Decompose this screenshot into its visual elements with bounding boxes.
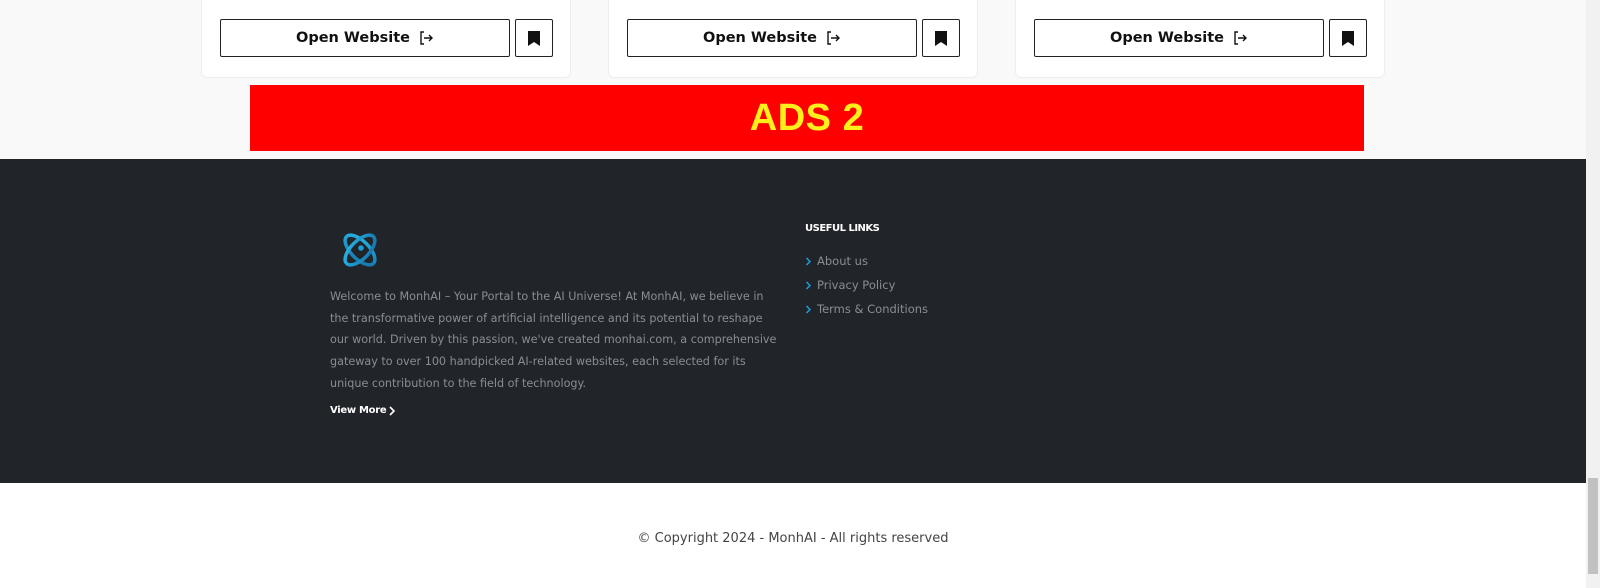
ads-text: ADS 2 (749, 96, 865, 139)
bookmark-icon (935, 30, 947, 46)
open-website-button[interactable]: Open Website (627, 19, 917, 57)
website-card: Open Website (608, 0, 978, 78)
scrollbar[interactable] (1586, 0, 1600, 588)
open-website-button[interactable]: Open Website (1034, 19, 1324, 57)
external-link-icon (1234, 31, 1247, 45)
chevron-right-icon (805, 256, 812, 266)
open-website-label: Open Website (1110, 30, 1224, 46)
external-link-icon (827, 31, 840, 45)
footer-link-privacy-policy[interactable]: Privacy Policy (805, 273, 928, 297)
footer-link-terms[interactable]: Terms & Conditions (805, 297, 928, 321)
scrollbar-thumb[interactable] (1588, 478, 1598, 574)
open-website-label: Open Website (703, 30, 817, 46)
chevron-right-icon (805, 280, 812, 290)
footer-link-label: About us (817, 254, 868, 268)
useful-links-list: About us Privacy Policy Terms & Conditio… (805, 249, 928, 321)
copyright-bar: © Copyright 2024 - MonhAI - All rights r… (0, 483, 1586, 588)
bookmark-button[interactable] (515, 19, 553, 57)
open-website-label: Open Website (296, 30, 410, 46)
open-website-button[interactable]: Open Website (220, 19, 510, 57)
bookmark-button[interactable] (922, 19, 960, 57)
monhai-logo-icon (343, 233, 377, 267)
bookmark-icon (1342, 30, 1354, 46)
bookmark-button[interactable] (1329, 19, 1367, 57)
copyright-text: © Copyright 2024 - MonhAI - All rights r… (637, 531, 949, 546)
ads-banner[interactable]: ADS 2 (250, 85, 1364, 151)
footer: Welcome to MonhAI – Your Portal to the A… (0, 159, 1586, 483)
view-more-link[interactable]: View More (330, 405, 396, 416)
footer-link-label: Terms & Conditions (817, 302, 929, 316)
footer-link-about-us[interactable]: About us (805, 249, 928, 273)
cards-section: Open Website Open Website Open Website A… (0, 0, 1586, 159)
website-card: Open Website (201, 0, 571, 78)
bookmark-icon (528, 30, 540, 46)
footer-link-label: Privacy Policy (817, 278, 896, 292)
page: Open Website Open Website Open Website A… (0, 0, 1600, 588)
chevron-right-icon (805, 304, 812, 314)
about-description: Welcome to MonhAI – Your Portal to the A… (330, 290, 777, 390)
useful-links-heading: USEFUL LINKS (805, 223, 880, 234)
external-link-icon (420, 31, 433, 45)
chevron-right-icon (389, 405, 396, 416)
view-more-label: View More (330, 405, 387, 416)
website-card: Open Website (1015, 0, 1385, 78)
